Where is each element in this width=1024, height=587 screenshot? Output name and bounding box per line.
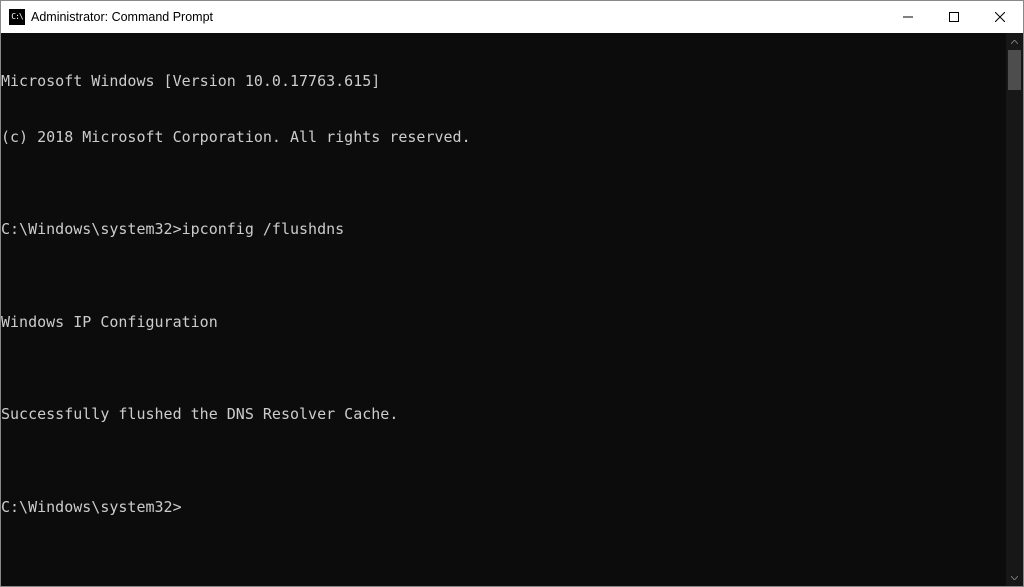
maximize-button[interactable] bbox=[931, 1, 977, 33]
close-button[interactable] bbox=[977, 1, 1023, 33]
window-title: Administrator: Command Prompt bbox=[31, 10, 213, 24]
client-area: Microsoft Windows [Version 10.0.17763.61… bbox=[1, 33, 1023, 586]
scroll-down-button[interactable] bbox=[1006, 569, 1023, 586]
chevron-down-icon bbox=[1011, 576, 1018, 580]
chevron-up-icon bbox=[1011, 40, 1018, 44]
scroll-track[interactable] bbox=[1006, 50, 1023, 569]
terminal-line: Successfully flushed the DNS Resolver Ca… bbox=[1, 405, 1006, 424]
terminal-line: Microsoft Windows [Version 10.0.17763.61… bbox=[1, 72, 1006, 91]
command-prompt-window: C:\ Administrator: Command Prompt Micros… bbox=[0, 0, 1024, 587]
minimize-icon bbox=[903, 12, 913, 22]
terminal-line: Windows IP Configuration bbox=[1, 313, 1006, 332]
vertical-scrollbar[interactable] bbox=[1006, 33, 1023, 586]
minimize-button[interactable] bbox=[885, 1, 931, 33]
terminal-line: C:\Windows\system32>ipconfig /flushdns bbox=[1, 220, 1006, 239]
cmd-icon-text: C:\ bbox=[11, 13, 22, 21]
window-controls bbox=[885, 1, 1023, 33]
terminal-output[interactable]: Microsoft Windows [Version 10.0.17763.61… bbox=[1, 33, 1006, 586]
titlebar[interactable]: C:\ Administrator: Command Prompt bbox=[1, 1, 1023, 33]
scroll-up-button[interactable] bbox=[1006, 33, 1023, 50]
cmd-icon: C:\ bbox=[9, 9, 25, 25]
terminal-line: C:\Windows\system32> bbox=[1, 498, 1006, 517]
maximize-icon bbox=[949, 12, 959, 22]
close-icon bbox=[995, 12, 1005, 22]
terminal-line: (c) 2018 Microsoft Corporation. All righ… bbox=[1, 128, 1006, 147]
scroll-thumb[interactable] bbox=[1008, 50, 1021, 90]
